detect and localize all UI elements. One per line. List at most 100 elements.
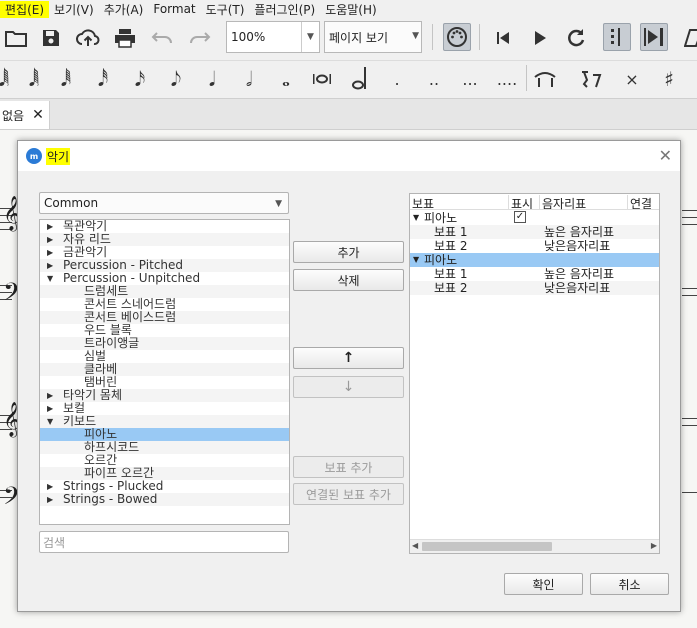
table-row-staff[interactable]: 보표 1 높은 음자리표 bbox=[410, 267, 659, 281]
note-16th-icon[interactable]: 𝅘𝅥𝅯 bbox=[126, 65, 154, 93]
column-header-visible[interactable]: 표시 bbox=[509, 195, 540, 211]
table-row-instrument[interactable]: ▼ 피아노 ✓ bbox=[410, 211, 659, 225]
expand-right-icon[interactable]: ▶ bbox=[47, 259, 53, 272]
close-icon[interactable]: ✕ bbox=[659, 146, 672, 165]
rest-icon[interactable] bbox=[577, 65, 605, 93]
remove-button[interactable]: 삭제 bbox=[293, 269, 404, 291]
note-256th-icon[interactable]: 𝅘𝅥𝅲 bbox=[0, 65, 18, 93]
tree-group[interactable]: ▼ 키보드 bbox=[40, 415, 289, 428]
expand-right-icon[interactable]: ▶ bbox=[47, 233, 53, 246]
note-longa-icon[interactable] bbox=[344, 65, 372, 93]
add-button[interactable]: 추가 bbox=[293, 241, 404, 263]
rewind-icon[interactable] bbox=[489, 24, 517, 52]
expand-right-icon[interactable]: ▶ bbox=[47, 402, 53, 415]
tree-item[interactable]: 클라베 bbox=[40, 363, 289, 376]
tree-item[interactable]: 오르간 bbox=[40, 454, 289, 467]
column-header-clef[interactable]: 음자리표 bbox=[540, 195, 628, 211]
dialog-titlebar[interactable]: m 악기 ✕ bbox=[18, 141, 680, 171]
midi-input-icon[interactable] bbox=[443, 23, 471, 51]
clef-value[interactable]: 낮은음자리표 bbox=[544, 281, 610, 295]
table-row-staff[interactable]: 보표 2 낮은음자리표 bbox=[410, 239, 659, 253]
double-dot-icon[interactable]: .. bbox=[420, 65, 448, 93]
cloud-upload-icon[interactable] bbox=[74, 24, 102, 52]
redo-icon[interactable] bbox=[186, 24, 214, 52]
cancel-button[interactable]: 취소 bbox=[590, 573, 669, 595]
clef-value[interactable]: 높은 음자리표 bbox=[544, 225, 614, 239]
expand-down-icon[interactable]: ▼ bbox=[47, 272, 53, 285]
tree-group[interactable]: ▼ Percussion - Unpitched bbox=[40, 272, 289, 285]
quadruple-dot-icon[interactable]: .... bbox=[493, 65, 521, 93]
tree-item[interactable]: 하프시코드 bbox=[40, 441, 289, 454]
column-header-staff[interactable]: 보표 bbox=[410, 195, 509, 211]
scroll-left-icon[interactable]: ◀ bbox=[412, 541, 418, 550]
table-row-instrument[interactable]: ▼ 피아노 bbox=[410, 253, 659, 267]
menu-add[interactable]: 추가(A) bbox=[99, 1, 149, 18]
more-toolbar-icon[interactable] bbox=[680, 24, 697, 52]
augmentation-dot-icon[interactable]: . bbox=[383, 65, 411, 93]
note-64th-icon[interactable]: 𝅘𝅥𝅱 bbox=[52, 65, 80, 93]
menu-plugins[interactable]: 플러그인(P) bbox=[249, 1, 320, 18]
expand-right-icon[interactable]: ▶ bbox=[47, 493, 53, 506]
tab-untitled-score[interactable]: 없음 ✕ bbox=[0, 101, 50, 129]
note-eighth-icon[interactable]: 𝅘𝅥𝅮 bbox=[162, 65, 190, 93]
chevron-down-icon[interactable]: ▼ bbox=[301, 22, 319, 52]
save-icon[interactable] bbox=[37, 24, 65, 52]
note-128th-icon[interactable]: 𝅘𝅥𝅲 bbox=[20, 65, 48, 93]
menu-tools[interactable]: 도구(T) bbox=[201, 1, 250, 18]
tree-item[interactable]: 피아노 bbox=[40, 428, 289, 441]
play-icon[interactable] bbox=[526, 24, 554, 52]
menu-help[interactable]: 도움말(H) bbox=[320, 1, 382, 18]
loop-icon[interactable] bbox=[562, 24, 590, 52]
metronome-toggle-icon[interactable] bbox=[603, 23, 631, 51]
note-half-icon[interactable]: 𝅗𝅥 bbox=[235, 65, 263, 93]
add-linked-staff-button[interactable]: 연결된 보표 추가 bbox=[293, 483, 404, 505]
scrollbar-thumb[interactable] bbox=[422, 542, 552, 551]
scroll-right-icon[interactable]: ▶ bbox=[651, 541, 657, 550]
expand-right-icon[interactable]: ▶ bbox=[47, 480, 53, 493]
column-header-linked[interactable]: 연결 bbox=[628, 195, 659, 211]
move-up-button[interactable]: ↑ bbox=[293, 347, 404, 369]
note-32nd-icon[interactable]: 𝅘𝅥𝅰 bbox=[89, 65, 117, 93]
score-order-table[interactable]: 보표 표시 음자리표 연결 ▼ 피아노 ✓ 보표 1 높은 음자리표 보표 2 낮은음자리표… bbox=[409, 193, 660, 554]
ok-button[interactable]: 확인 bbox=[504, 573, 583, 595]
note-whole-icon[interactable]: 𝅝 bbox=[272, 65, 300, 93]
table-row-staff[interactable]: 보표 1 높은 음자리표 bbox=[410, 225, 659, 239]
horizontal-scrollbar[interactable]: ◀ ▶ bbox=[410, 539, 659, 553]
menu-view[interactable]: 보기(V) bbox=[49, 1, 99, 18]
triple-dot-icon[interactable]: ... bbox=[456, 65, 484, 93]
menu-edit[interactable]: 편집(E) bbox=[0, 0, 50, 18]
tie-icon[interactable] bbox=[531, 65, 559, 93]
tree-item[interactable]: 트라이앵글 bbox=[40, 337, 289, 350]
note-breve-icon[interactable] bbox=[308, 65, 336, 93]
tree-item[interactable]: 우드 블록 bbox=[40, 324, 289, 337]
tree-item[interactable]: 콘서트 베이스드럼 bbox=[40, 311, 289, 324]
instrument-category-select[interactable]: Common ▼ bbox=[39, 192, 289, 214]
instrument-tree[interactable]: ▶ 목관악기 ▶ 자유 리드 ▶ 금관악기 ▶ Percussion - Pitched ▼ Pe… bbox=[39, 219, 290, 525]
close-icon[interactable]: ✕ bbox=[32, 107, 44, 123]
expand-right-icon[interactable]: ▶ bbox=[47, 389, 53, 402]
expand-down-icon[interactable]: ▼ bbox=[47, 415, 53, 428]
print-icon[interactable] bbox=[111, 24, 139, 52]
double-sharp-icon[interactable]: × bbox=[618, 65, 646, 93]
open-folder-icon[interactable] bbox=[2, 24, 30, 52]
move-down-button[interactable]: ↓ bbox=[293, 376, 404, 398]
sharp-icon[interactable]: ♯ bbox=[655, 65, 683, 93]
table-row-staff[interactable]: 보표 2 낮은음자리표 bbox=[410, 281, 659, 295]
expand-right-icon[interactable]: ▶ bbox=[47, 246, 53, 259]
tree-item[interactable]: 심벌 bbox=[40, 350, 289, 363]
expand-down-icon[interactable]: ▼ bbox=[413, 211, 419, 225]
clef-value[interactable]: 낮은음자리표 bbox=[544, 239, 610, 253]
expand-right-icon[interactable]: ▶ bbox=[47, 220, 53, 233]
tree-group[interactable]: ▶ Strings - Bowed bbox=[40, 493, 289, 506]
undo-icon[interactable] bbox=[148, 24, 176, 52]
pan-score-icon[interactable] bbox=[640, 23, 668, 51]
clef-value[interactable]: 높은 음자리표 bbox=[544, 267, 614, 281]
add-staff-button[interactable]: 보표 추가 bbox=[293, 456, 404, 478]
search-input[interactable]: 검색 bbox=[39, 531, 289, 553]
menu-format[interactable]: Format bbox=[148, 2, 200, 16]
expand-down-icon[interactable]: ▼ bbox=[413, 253, 419, 267]
visible-checkbox[interactable]: ✓ bbox=[514, 211, 526, 223]
note-quarter-icon[interactable]: 𝅘𝅥 bbox=[198, 65, 226, 93]
zoom-combobox[interactable]: 100% ▼ bbox=[226, 21, 320, 53]
view-mode-select[interactable]: 페이지 보기 ▼ bbox=[324, 21, 422, 53]
